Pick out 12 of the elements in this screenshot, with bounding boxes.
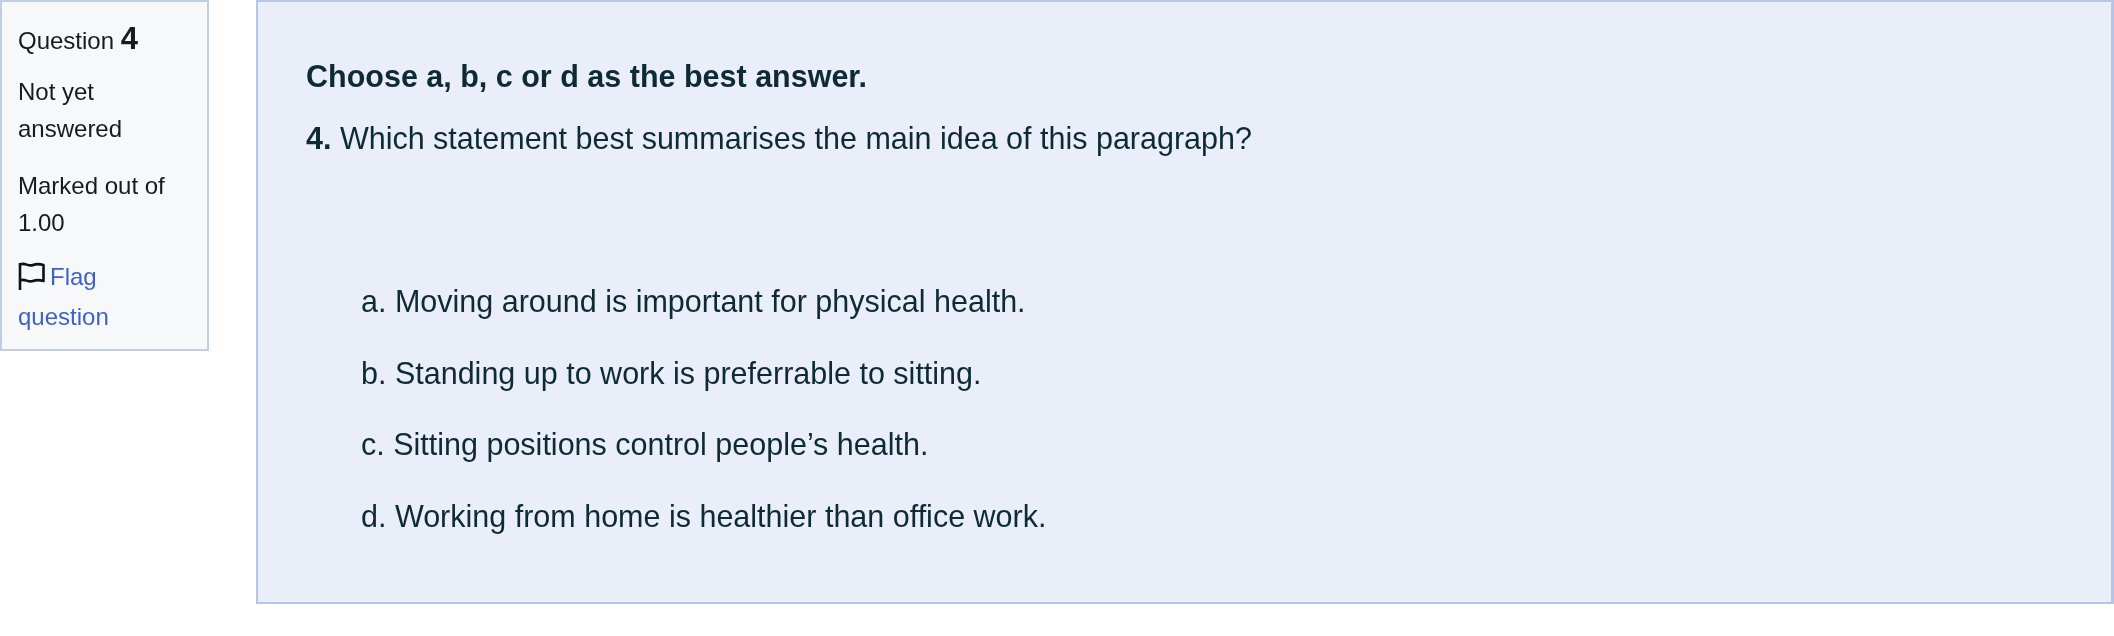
answer-option[interactable]: b. Standing up to work is preferrable to sitting. xyxy=(361,350,982,395)
flag-icon[interactable] xyxy=(18,261,45,291)
question-label: Question xyxy=(18,27,115,54)
question-grade: Marked out of 1.00 xyxy=(18,171,166,238)
question-status: Not yet answered xyxy=(18,77,124,144)
answer-option[interactable]: c. Sitting positions control people’s health. xyxy=(361,422,929,466)
answer-option[interactable]: a. Moving around is important for physical health. xyxy=(361,279,1026,323)
question-number: 4 xyxy=(120,21,138,56)
question-text: 4. Which statement best summarises the main idea of this paragraph? xyxy=(306,120,1253,158)
answer-option[interactable]: d. Working from home is healthier than office work. xyxy=(361,493,1047,538)
question-instruction: Choose a, b, c or d as the best answer. xyxy=(306,58,869,95)
flag-question-link[interactable]: Flag question xyxy=(18,257,158,337)
